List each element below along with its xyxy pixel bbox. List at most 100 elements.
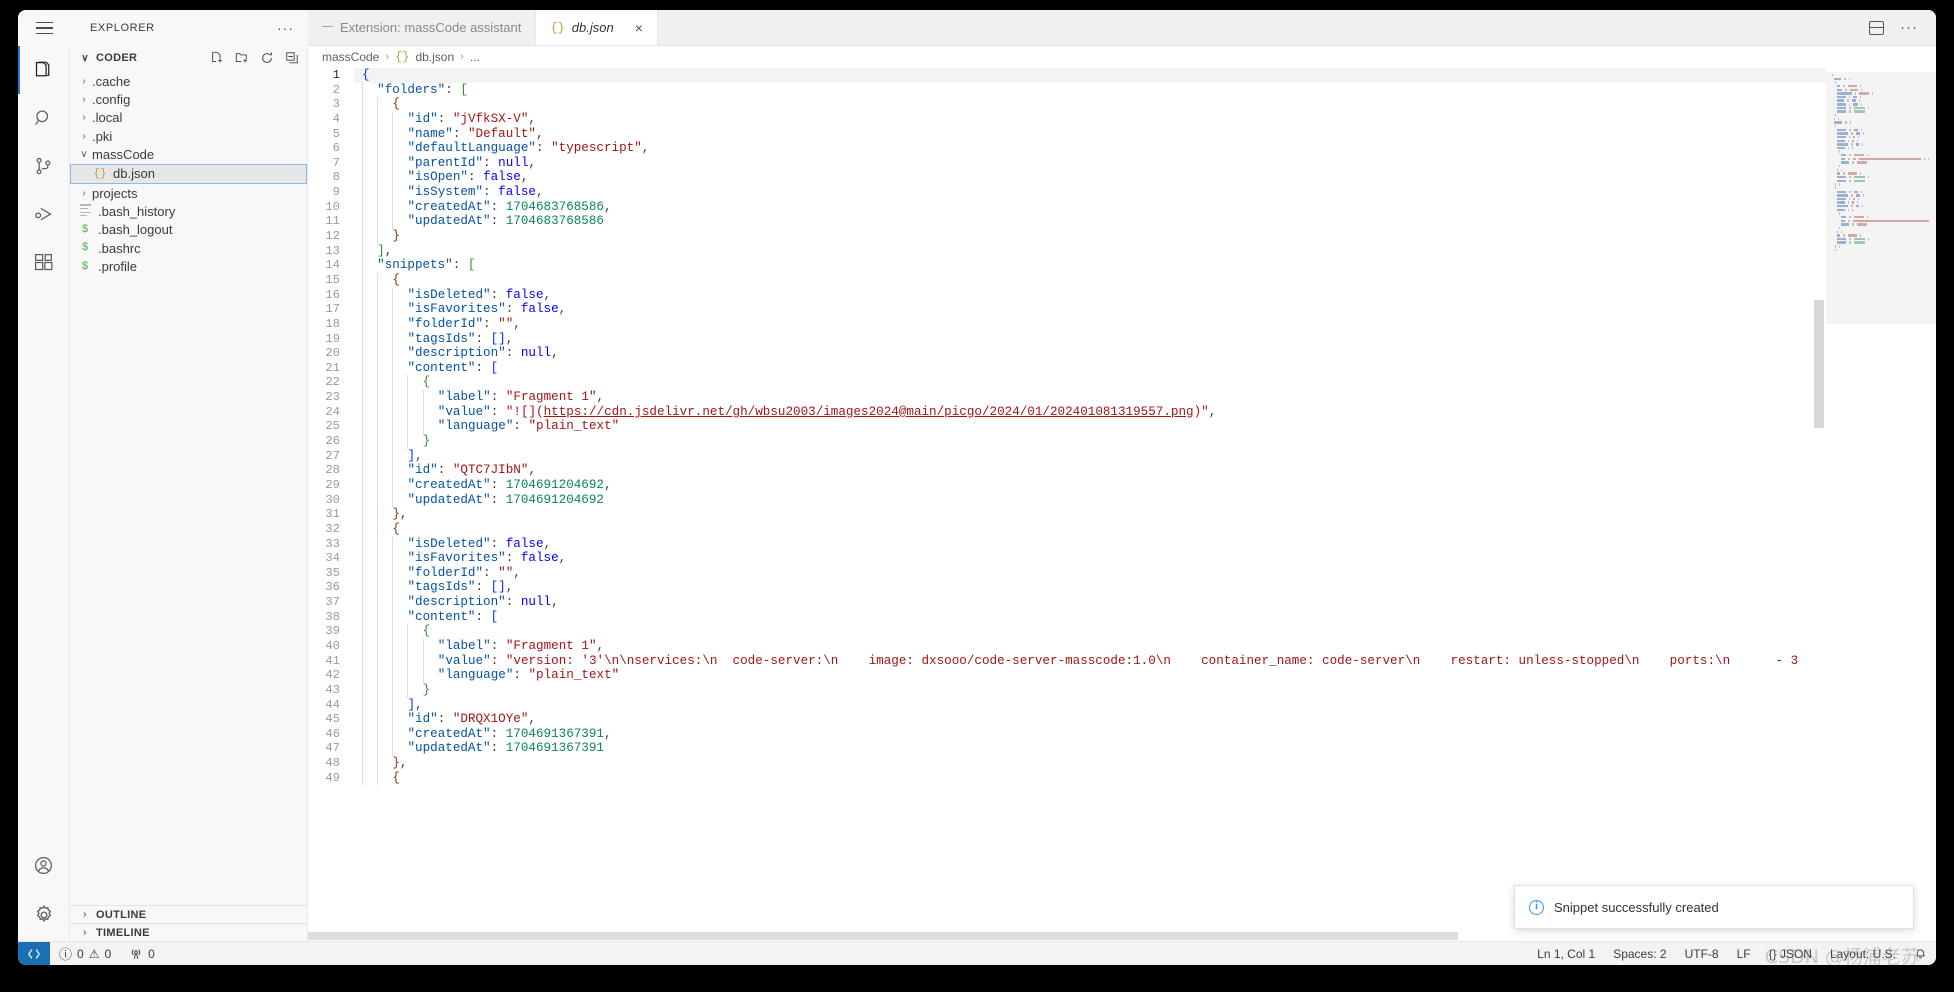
code-line[interactable]: 23 "label": "Fragment 1", bbox=[308, 390, 1826, 405]
activity-bar-item-extensions[interactable] bbox=[18, 238, 70, 286]
code-line[interactable]: 27], bbox=[308, 448, 1826, 464]
tree-item-cache[interactable]: › .cache bbox=[70, 72, 307, 90]
refresh-icon[interactable] bbox=[260, 51, 274, 65]
code-line-text[interactable]: "label": "Fragment 1", bbox=[354, 638, 1826, 654]
remote-host-indicator[interactable] bbox=[18, 941, 50, 965]
code-line-text[interactable]: "folderId": "", bbox=[354, 565, 1826, 581]
file-tree[interactable]: › .cache › .config › .local › .pki ∨ mas… bbox=[70, 70, 307, 905]
breadcrumb-item-db-json[interactable]: db.json bbox=[415, 50, 454, 64]
code-line[interactable]: 1{ bbox=[308, 68, 1826, 83]
tree-item-db-json[interactable]: {} db.json bbox=[70, 163, 307, 184]
code-line-text[interactable]: }, bbox=[354, 756, 1826, 771]
code-lines[interactable]: 1{2 "folders": [3{4 "id": "jVfkSX-V", 5 "nam… bbox=[308, 68, 1826, 786]
code-line-text[interactable]: "description": null, bbox=[354, 595, 1826, 610]
hamburger-menu-button[interactable] bbox=[18, 10, 70, 46]
code-line-text[interactable]: "label": "Fragment 1", bbox=[354, 390, 1826, 405]
code-line[interactable]: 43} bbox=[308, 682, 1826, 698]
new-folder-icon[interactable] bbox=[235, 51, 249, 65]
code-line[interactable]: 3{ bbox=[308, 97, 1826, 112]
code-line-text[interactable]: "value": "![](https://cdn.jsdelivr.net/g… bbox=[354, 404, 1826, 420]
status-bar-encoding[interactable]: UTF-8 bbox=[1676, 942, 1728, 966]
code-line[interactable]: 31}, bbox=[308, 507, 1826, 522]
code-line-text[interactable]: { bbox=[354, 624, 1826, 639]
code-line-text[interactable]: "updatedAt": 1704691367391 bbox=[354, 741, 1826, 757]
code-line-text[interactable]: ], bbox=[354, 697, 1826, 713]
code-line[interactable]: 30 "updatedAt": 1704691204692 bbox=[308, 492, 1826, 508]
collapse-all-icon[interactable] bbox=[285, 51, 299, 65]
minimap[interactable] bbox=[1826, 68, 1936, 941]
code-line-text[interactable]: "folderId": "", bbox=[354, 316, 1826, 332]
code-line[interactable]: 34 "isFavorites": false, bbox=[308, 551, 1826, 566]
code-line[interactable]: 45 "id": "DRQX1OYe", bbox=[308, 712, 1826, 727]
code-line-text[interactable]: { bbox=[354, 521, 1826, 537]
code-line-text[interactable]: { bbox=[354, 97, 1826, 112]
code-line-text[interactable]: "snippets": [ bbox=[354, 258, 1826, 273]
code-line-text[interactable]: "language": "plain_text" bbox=[354, 419, 1826, 435]
code-line[interactable]: 15 { bbox=[308, 272, 1826, 288]
code-line[interactable]: 42 "language": "plain_text" bbox=[308, 668, 1826, 683]
code-line-text[interactable]: } bbox=[354, 434, 1826, 449]
code-line-text[interactable]: "folders": [ bbox=[354, 82, 1826, 98]
tree-item-config[interactable]: › .config bbox=[70, 90, 307, 108]
code-line-text[interactable]: "id": "DRQX1OYe", bbox=[354, 712, 1826, 727]
tab-db-json[interactable]: {} db.json × bbox=[536, 10, 658, 45]
breadcrumb-item-masscode[interactable]: massCode bbox=[322, 50, 379, 64]
status-bar-keyboard-layout[interactable]: Layout: U.S. bbox=[1821, 942, 1905, 966]
code-line[interactable]: 47 "updatedAt": 1704691367391 bbox=[308, 741, 1826, 757]
code-line[interactable]: 12} bbox=[308, 229, 1826, 244]
explorer-root-section-header[interactable]: ∨ CODER bbox=[70, 46, 307, 70]
code-line[interactable]: 32 { bbox=[308, 521, 1826, 537]
code-line[interactable]: 40 "label": "Fragment 1", bbox=[308, 638, 1826, 654]
activity-bar-item-accounts[interactable] bbox=[18, 841, 70, 889]
code-line-text[interactable]: "isFavorites": false, bbox=[354, 302, 1826, 317]
new-file-icon[interactable] bbox=[210, 51, 224, 65]
activity-bar-item-manage[interactable] bbox=[18, 889, 70, 941]
code-line[interactable]: 6 "defaultLanguage": "typescript", bbox=[308, 141, 1826, 156]
code-line[interactable]: 8 "isOpen": false, bbox=[308, 170, 1826, 186]
code-line-text[interactable]: "updatedAt": 1704683768586 bbox=[354, 214, 1826, 230]
code-line[interactable]: 41 "value": "version: '3'\n\nservices:\n … bbox=[308, 653, 1826, 669]
activity-bar-item-run-and-debug[interactable] bbox=[18, 190, 70, 238]
code-line[interactable]: 35 "folderId": "", bbox=[308, 565, 1826, 581]
code-line[interactable]: 22 { bbox=[308, 375, 1826, 391]
code-line[interactable]: 7 "parentId": null, bbox=[308, 155, 1826, 171]
code-line[interactable]: 13], bbox=[308, 243, 1826, 259]
code-line[interactable]: 11 "updatedAt": 1704683768586 bbox=[308, 214, 1826, 230]
code-line-text[interactable]: { bbox=[354, 272, 1826, 288]
tree-item-bash-logout[interactable]: $ .bash_logout bbox=[70, 221, 307, 239]
breadcrumb-item-more[interactable]: ... bbox=[470, 50, 480, 64]
breadcrumb[interactable]: massCode › {} db.json › ... bbox=[308, 46, 1936, 68]
code-line-text[interactable]: "createdAt": 1704691367391, bbox=[354, 726, 1826, 742]
tree-item-masscode[interactable]: ∨ massCode bbox=[70, 146, 307, 164]
code-line[interactable]: 38 "content": [ bbox=[308, 609, 1826, 625]
code-line[interactable]: 20 "description": null, bbox=[308, 346, 1826, 361]
activity-bar-item-source-control[interactable] bbox=[18, 142, 70, 190]
tab-extension-masscode-assistant[interactable]: Extension: massCode assistant bbox=[308, 10, 537, 45]
code-line[interactable]: 5 "name": "Default", bbox=[308, 126, 1826, 142]
editor-horizontal-scrollbar[interactable] bbox=[308, 931, 1702, 941]
code-line-text[interactable]: "createdAt": 1704683768586, bbox=[354, 199, 1826, 215]
code-line[interactable]: 49 { bbox=[308, 770, 1826, 786]
code-line-text[interactable]: }, bbox=[354, 507, 1826, 522]
code-line[interactable]: 33 "isDeleted": false, bbox=[308, 536, 1826, 552]
code-line-text[interactable]: "language": "plain_text" bbox=[354, 668, 1826, 683]
code-line-text[interactable]: } bbox=[354, 682, 1826, 698]
code-line[interactable]: 14 "snippets": [ bbox=[308, 258, 1826, 273]
code-line-text[interactable]: "name": "Default", bbox=[354, 126, 1826, 142]
tree-item-profile[interactable]: $ .profile bbox=[70, 258, 307, 276]
tree-item-bashrc[interactable]: $ .bashrc bbox=[70, 239, 307, 257]
code-line[interactable]: 39 { bbox=[308, 624, 1826, 639]
code-line[interactable]: 10 "createdAt": 1704683768586, bbox=[308, 199, 1826, 215]
status-bar-language-mode[interactable]: {} JSON bbox=[1760, 942, 1821, 966]
code-line[interactable]: 29 "createdAt": 1704691204692, bbox=[308, 477, 1826, 493]
code-line-text[interactable]: { bbox=[354, 68, 1826, 83]
activity-bar-item-explorer[interactable] bbox=[18, 46, 70, 94]
status-bar-eol[interactable]: LF bbox=[1728, 942, 1760, 966]
code-line[interactable]: 9 "isSystem": false, bbox=[308, 185, 1826, 200]
status-bar-problems[interactable]: ⓘ 0 ⚠ 0 bbox=[50, 942, 120, 966]
code-line-text[interactable]: "tagsIds": [], bbox=[354, 331, 1826, 347]
code-line[interactable]: 37 "description": null, bbox=[308, 595, 1826, 610]
code-line-text[interactable]: ], bbox=[354, 243, 1826, 259]
code-line[interactable]: 46 "createdAt": 1704691367391, bbox=[308, 726, 1826, 742]
code-canvas[interactable]: 1{2 "folders": [3{4 "id": "jVfkSX-V", 5 "nam… bbox=[308, 68, 1826, 941]
